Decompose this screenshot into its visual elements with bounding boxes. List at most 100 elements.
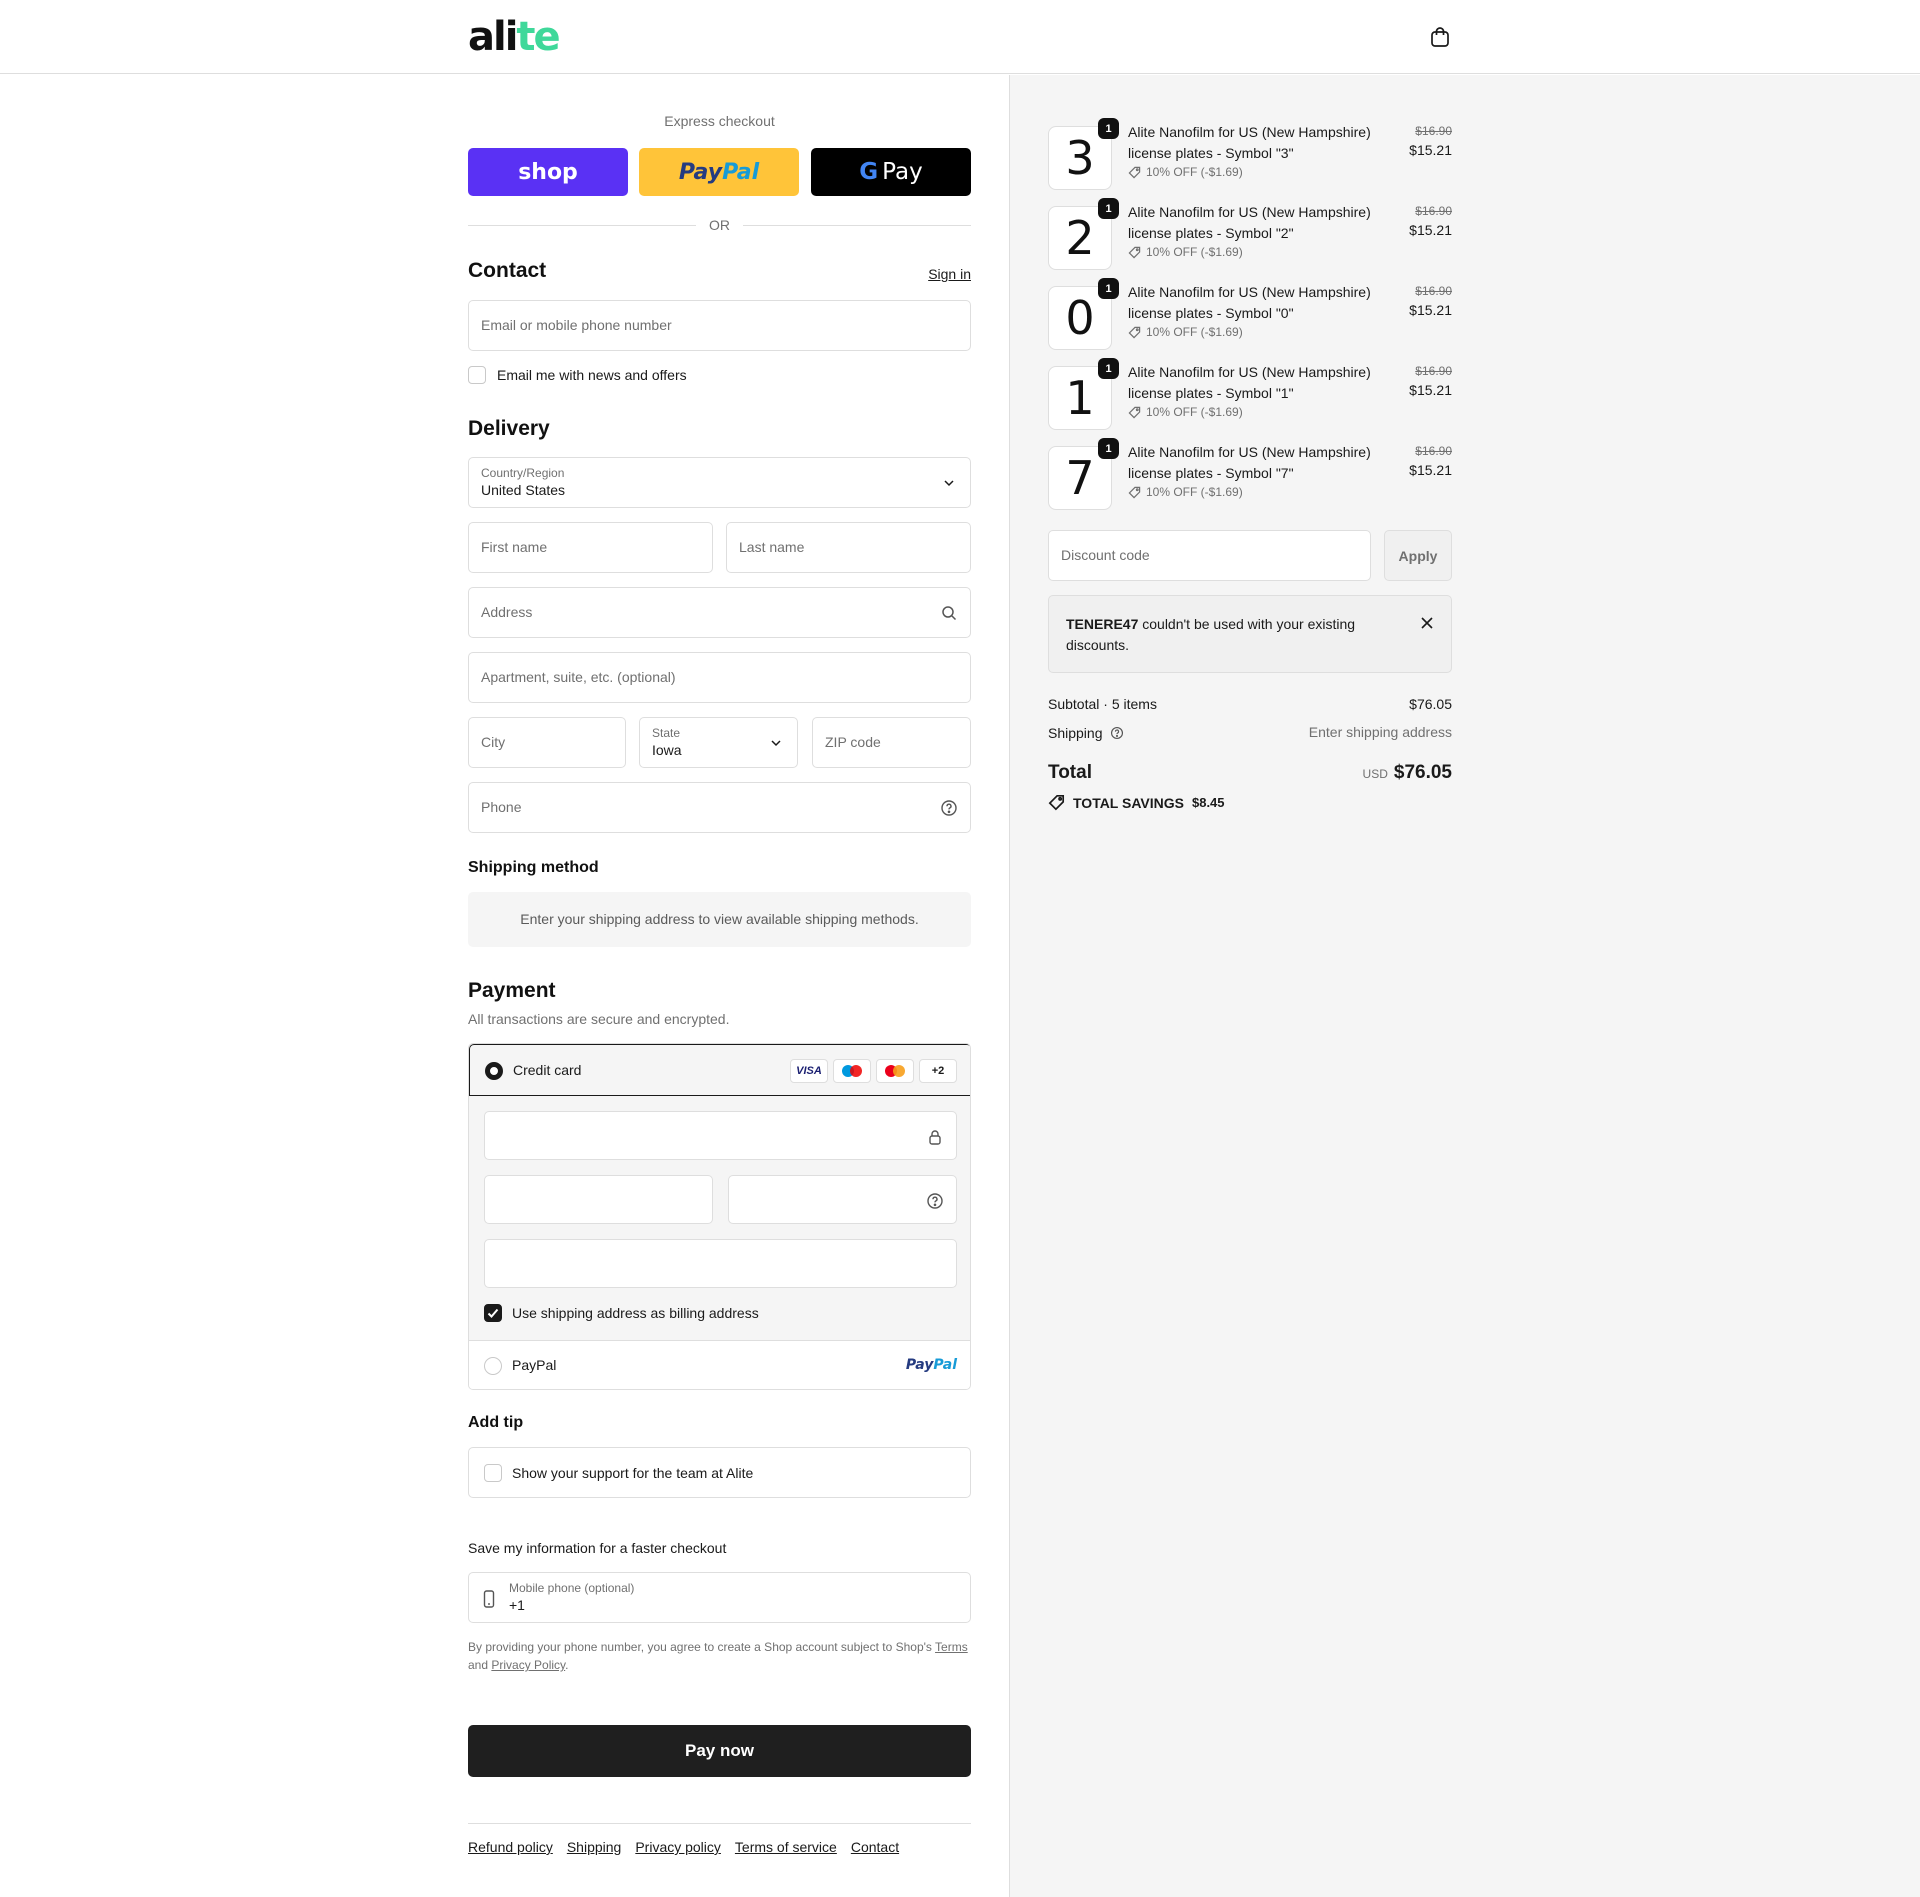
sign-in-link[interactable]: Sign in	[928, 266, 971, 282]
zip-placeholder: ZIP code	[825, 734, 881, 750]
quantity-badge: 1	[1098, 118, 1119, 139]
item-discount-text: 10% OFF (-$1.69)	[1146, 245, 1243, 259]
alite-logo[interactable]: alite	[468, 17, 561, 57]
credit-card-option[interactable]: Credit card VISA +2	[469, 1044, 970, 1096]
item-discount: 10% OFF (-$1.69)	[1128, 325, 1243, 339]
discount-code-placeholder: Discount code	[1061, 547, 1150, 563]
credit-card-label: Credit card	[513, 1062, 582, 1078]
first-name-field[interactable]: First name	[468, 522, 713, 573]
item-price: $15.21	[1409, 382, 1452, 398]
paypal-option[interactable]: PayPal PayPal	[469, 1340, 970, 1389]
cart-item: 0 1 Alite Nanofilm for US (New Hampshire…	[1048, 278, 1452, 350]
tip-option[interactable]: Show your support for the team at Alite	[468, 1447, 971, 1498]
product-title: Alite Nanofilm for US (New Hampshire) lic…	[1128, 122, 1388, 164]
shipping-link[interactable]: Shipping	[567, 1839, 622, 1855]
terms-of-service-link[interactable]: Terms of service	[735, 1839, 837, 1855]
logo-text-accent: te	[516, 14, 560, 60]
credit-card-form: Use shipping address as billing address	[469, 1096, 970, 1340]
footer-links: Refund policy Shipping Privacy policy Te…	[468, 1839, 899, 1855]
contact-link[interactable]: Contact	[851, 1839, 899, 1855]
help-circle-icon[interactable]	[1110, 726, 1124, 740]
google-pay-button[interactable]: G Pay	[811, 148, 971, 196]
header: alite	[0, 0, 1920, 74]
city-field[interactable]: City	[468, 717, 626, 768]
legal-prefix: By providing your phone number, you agre…	[468, 1640, 936, 1654]
tag-icon	[1128, 326, 1141, 338]
paypal-radio[interactable]	[484, 1357, 502, 1375]
card-number-field[interactable]	[484, 1111, 957, 1160]
original-price: $16.90	[1415, 364, 1452, 378]
cart-item: 2 1 Alite Nanofilm for US (New Hampshire…	[1048, 198, 1452, 270]
total-row: Total USD $76.05	[1048, 762, 1452, 790]
privacy-policy-link[interactable]: Privacy Policy	[491, 1658, 565, 1672]
privacy-policy-footer-link[interactable]: Privacy policy	[635, 1839, 721, 1855]
legal-end: .	[565, 1658, 569, 1672]
search-icon	[942, 606, 957, 621]
quantity-badge: 1	[1098, 358, 1119, 379]
quantity-badge: 1	[1098, 198, 1119, 219]
total-savings-label: TOTAL SAVINGS	[1073, 794, 1184, 811]
refund-policy-link[interactable]: Refund policy	[468, 1839, 553, 1855]
subtotal-label: Subtotal · 5 items	[1048, 696, 1157, 712]
product-title: Alite Nanofilm for US (New Hampshire) lic…	[1128, 202, 1388, 244]
terms-link[interactable]: Terms	[935, 1640, 968, 1654]
country-select[interactable]: Country/Region United States	[468, 457, 971, 508]
last-name-placeholder: Last name	[739, 539, 805, 555]
item-discount-text: 10% OFF (-$1.69)	[1146, 325, 1243, 339]
credit-card-radio[interactable]	[485, 1062, 503, 1080]
apartment-field[interactable]: Apartment, suite, etc. (optional)	[468, 652, 971, 703]
maestro-icon	[833, 1059, 871, 1083]
product-title-line1: Alite Nanofilm for US (New Hampshire)	[1128, 204, 1371, 220]
product-title-line2: license plates - Symbol "3"	[1128, 145, 1294, 161]
tip-checkbox[interactable]	[484, 1464, 502, 1482]
email-field[interactable]: Email or mobile phone number	[468, 300, 971, 351]
zip-field[interactable]: ZIP code	[812, 717, 971, 768]
address-field[interactable]: Address	[468, 587, 971, 638]
item-discount-text: 10% OFF (-$1.69)	[1146, 165, 1243, 179]
mobile-phone-field[interactable]: Mobile phone (optional) +1	[468, 1572, 971, 1623]
discount-code-field[interactable]: Discount code	[1048, 530, 1371, 581]
lock-icon	[929, 1130, 941, 1145]
logo-text-main: ali	[468, 14, 518, 60]
total-savings-value: $8.45	[1191, 795, 1225, 810]
paypal-button[interactable]: Pay Pal	[639, 148, 799, 196]
expiration-date-field[interactable]	[484, 1175, 713, 1224]
discount-error-message: TENERE47 couldn't be used with your exis…	[1066, 614, 1386, 656]
paypal-logo: PayPal	[906, 1357, 957, 1373]
shopping-bag-icon[interactable]	[1430, 26, 1450, 48]
apply-button[interactable]: Apply	[1384, 530, 1452, 581]
google-g-icon: G	[859, 159, 879, 185]
product-title-line2: license plates - Symbol "2"	[1128, 225, 1294, 241]
news-checkbox[interactable]	[468, 366, 486, 384]
payment-methods: Credit card VISA +2 Use shipping address…	[468, 1043, 971, 1390]
last-name-field[interactable]: Last name	[726, 522, 971, 573]
more-cards-badge: +2	[919, 1059, 957, 1083]
help-circle-icon[interactable]	[940, 799, 958, 817]
name-on-card-field[interactable]	[484, 1239, 957, 1288]
item-discount: 10% OFF (-$1.69)	[1128, 405, 1243, 419]
paypal-label-pay: Pay	[678, 159, 723, 185]
item-price: $15.21	[1409, 302, 1452, 318]
security-code-field[interactable]	[728, 1175, 957, 1224]
mobile-phone-value: +1	[509, 1597, 525, 1613]
state-select[interactable]: State Iowa	[639, 717, 798, 768]
total-label: Total	[1048, 762, 1092, 783]
cart-item: 7 1 Alite Nanofilm for US (New Hampshire…	[1048, 438, 1452, 510]
checkmark-icon	[487, 1308, 499, 1318]
phone-field[interactable]: Phone	[468, 782, 971, 833]
pay-now-button[interactable]: Pay now	[468, 1725, 971, 1777]
close-icon[interactable]	[1420, 616, 1434, 630]
help-circle-icon[interactable]	[926, 1192, 944, 1210]
product-title: Alite Nanofilm for US (New Hampshire) lic…	[1128, 362, 1388, 404]
item-discount-text: 10% OFF (-$1.69)	[1146, 405, 1243, 419]
shop-pay-button[interactable]: shop	[468, 148, 628, 196]
legal-text: By providing your phone number, you agre…	[468, 1638, 971, 1674]
billing-address-checkbox[interactable]	[484, 1304, 502, 1322]
delivery-heading: Delivery	[468, 417, 550, 440]
tag-icon	[1128, 406, 1141, 418]
footer-divider	[468, 1823, 971, 1824]
item-discount: 10% OFF (-$1.69)	[1128, 485, 1243, 499]
state-value: Iowa	[652, 742, 682, 758]
order-summary-panel	[1009, 75, 1920, 1897]
mastercard-icon	[876, 1059, 914, 1083]
